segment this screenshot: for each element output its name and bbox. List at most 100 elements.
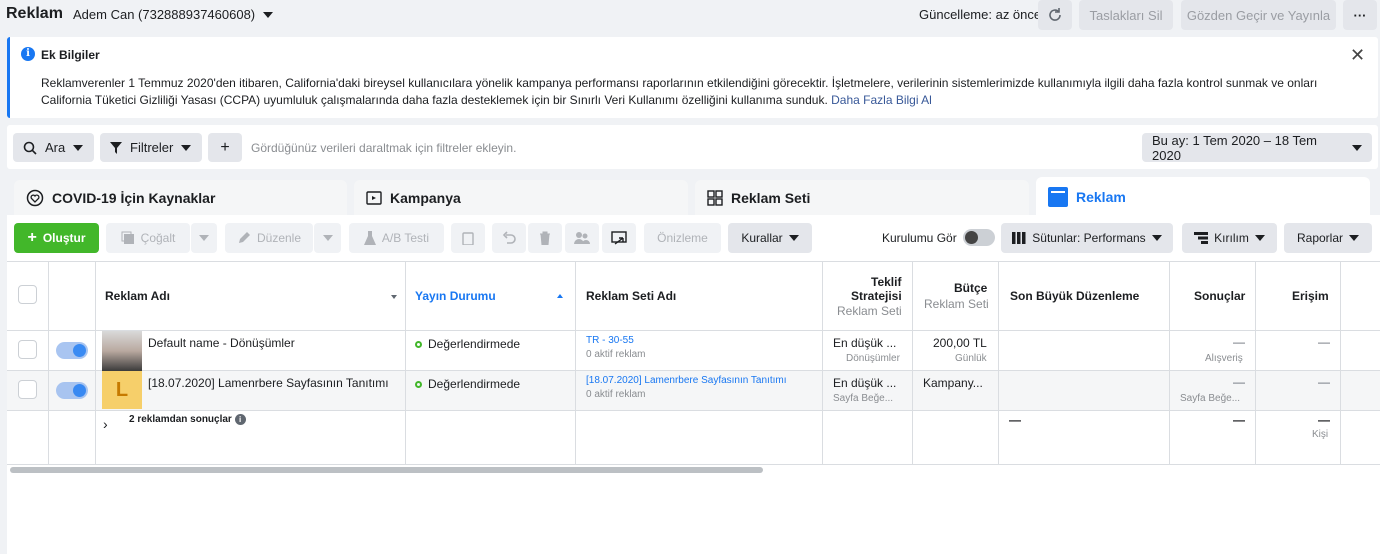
filters-button[interactable]: Filtreler bbox=[100, 133, 202, 162]
audience-button[interactable] bbox=[565, 223, 599, 253]
sort-up-icon bbox=[557, 294, 563, 298]
more-button[interactable]: ··· bbox=[1343, 0, 1377, 30]
create-button[interactable]: + Oluştur bbox=[14, 223, 99, 253]
header-adset-name[interactable]: Reklam Seti Adı bbox=[586, 289, 676, 303]
header-budget[interactable]: Bütçe bbox=[954, 281, 987, 295]
clipboard-button[interactable] bbox=[451, 223, 485, 253]
review-publish-button[interactable]: Gözden Geçir ve Yayınla bbox=[1181, 0, 1336, 30]
banner-text: Reklamverenler 1 Temmuz 2020'den itibare… bbox=[41, 75, 1341, 109]
ad-thumbnail: L bbox=[102, 371, 142, 409]
columns-icon bbox=[1012, 232, 1026, 244]
search-icon bbox=[23, 141, 37, 155]
reports-button[interactable]: Raporlar bbox=[1284, 223, 1372, 253]
export-icon bbox=[611, 231, 627, 245]
header-bid-strategy-line2: Stratejisi bbox=[851, 289, 902, 303]
columns-button[interactable]: Sütunlar: Performans bbox=[1001, 223, 1173, 253]
banner-title: Ek Bilgiler bbox=[41, 48, 100, 62]
bid-strategy: En düşük ... bbox=[833, 376, 897, 390]
delete-drafts-button[interactable]: Taslakları Sil bbox=[1079, 0, 1173, 30]
tab-ad[interactable]: Reklam bbox=[1036, 177, 1370, 217]
undo-button[interactable] bbox=[492, 223, 526, 253]
chevron-down-icon bbox=[199, 235, 209, 241]
row-checkbox[interactable] bbox=[18, 380, 37, 399]
heart-icon bbox=[26, 189, 44, 207]
duplicate-dropdown[interactable] bbox=[191, 223, 217, 253]
ab-test-button[interactable]: A/B Testi bbox=[349, 223, 444, 253]
campaign-icon bbox=[366, 191, 382, 205]
grid-icon bbox=[707, 190, 723, 206]
column-divider bbox=[405, 261, 406, 465]
column-divider bbox=[95, 261, 96, 465]
search-button[interactable]: Ara bbox=[13, 133, 94, 162]
learn-more-link[interactable]: Daha Fazla Bilgi Al bbox=[831, 93, 932, 107]
close-icon[interactable]: ✕ bbox=[1350, 45, 1365, 66]
chevron-right-icon[interactable]: › bbox=[103, 416, 108, 432]
export-button[interactable] bbox=[602, 223, 636, 253]
ad-name[interactable]: [18.07.2020] Lamenrbere Sayfasının Tanıt… bbox=[148, 376, 389, 390]
ad-toggle[interactable] bbox=[56, 382, 88, 399]
view-setup-label: Kurulumu Gör bbox=[882, 231, 957, 245]
header-ad-name[interactable]: Reklam Adı bbox=[105, 289, 170, 303]
header-results[interactable]: Sonuçlar bbox=[1194, 289, 1245, 303]
rules-label: Kurallar bbox=[741, 231, 783, 245]
summary-last-edit: — bbox=[1009, 413, 1021, 427]
row-divider bbox=[7, 464, 1380, 465]
row-divider bbox=[7, 410, 1380, 411]
adset-sub: 0 aktif reklam bbox=[586, 349, 646, 360]
rules-button[interactable]: Kurallar bbox=[728, 223, 812, 253]
date-range-picker[interactable]: Bu ay: 1 Tem 2020 – 18 Tem 2020 bbox=[1142, 132, 1372, 163]
refresh-button[interactable] bbox=[1038, 0, 1072, 30]
horizontal-scrollbar[interactable] bbox=[10, 467, 763, 473]
bid-strategy-sub: Sayfa Beğe... bbox=[833, 393, 894, 404]
column-divider bbox=[822, 261, 823, 465]
results-value: — bbox=[1233, 375, 1245, 389]
column-divider bbox=[912, 261, 913, 465]
reports-label: Raporlar bbox=[1296, 231, 1344, 245]
duplicate-label: Çoğalt bbox=[140, 231, 176, 245]
chevron-down-icon bbox=[788, 235, 799, 241]
status-dot-icon bbox=[415, 381, 422, 389]
delivery-status: Değerlendirmede bbox=[415, 337, 520, 351]
column-divider bbox=[575, 261, 576, 465]
adset-link[interactable]: TR - 30-55 bbox=[586, 335, 634, 346]
tab-adset[interactable]: Reklam Seti bbox=[695, 180, 1029, 216]
breakdown-icon bbox=[1194, 232, 1209, 244]
top-bar: Reklam Adem Can (732888937460608) Güncel… bbox=[0, 0, 1380, 30]
update-status: Güncelleme: az önce bbox=[919, 7, 1042, 22]
sort-down-icon bbox=[391, 295, 397, 299]
date-range-label: Bu ay: 1 Tem 2020 – 18 Tem 2020 bbox=[1152, 132, 1318, 163]
preview-button[interactable]: Önizleme bbox=[644, 223, 721, 253]
undo-icon bbox=[502, 231, 516, 244]
select-all-checkbox[interactable] bbox=[18, 285, 37, 304]
ad-toggle[interactable] bbox=[56, 342, 88, 359]
create-label: Oluştur bbox=[42, 231, 86, 245]
delete-button[interactable] bbox=[528, 223, 562, 253]
add-filter-button[interactable]: + bbox=[208, 133, 242, 162]
ad-name[interactable]: Default name - Dönüşümler bbox=[148, 336, 295, 350]
edit-dropdown[interactable] bbox=[314, 223, 341, 253]
row-divider bbox=[7, 261, 1380, 262]
view-setup-toggle[interactable] bbox=[963, 229, 995, 246]
duplicate-button[interactable]: Çoğalt bbox=[106, 223, 190, 253]
breakdown-button[interactable]: Kırılım bbox=[1182, 223, 1277, 253]
info-icon: i bbox=[21, 47, 35, 61]
tab-covid-resources[interactable]: COVID-19 İçin Kaynaklar bbox=[14, 180, 347, 216]
edit-button[interactable]: Düzenle bbox=[225, 223, 313, 253]
account-selector[interactable]: Adem Can (732888937460608) bbox=[73, 7, 274, 22]
status-dot-icon bbox=[415, 341, 422, 349]
adset-sub: 0 aktif reklam bbox=[586, 389, 646, 400]
header-delivery[interactable]: Yayın Durumu bbox=[415, 289, 496, 303]
filter-bar: Ara Filtreler + Gördüğünüz verileri dara… bbox=[7, 125, 1378, 169]
ad-thumbnail bbox=[102, 331, 142, 371]
tab-campaign[interactable]: Kampanya bbox=[354, 180, 688, 216]
header-budget-sub: Reklam Seti bbox=[924, 297, 989, 311]
header-reach[interactable]: Erişim bbox=[1292, 289, 1329, 303]
adset-link[interactable]: [18.07.2020] Lamenrbere Sayfasının Tanıt… bbox=[586, 375, 787, 386]
chevron-down-icon bbox=[1151, 235, 1162, 241]
header-last-edit[interactable]: Son Büyük Düzenleme bbox=[1010, 289, 1139, 303]
budget-value: Kampany... bbox=[923, 376, 983, 390]
delivery-label: Değerlendirmede bbox=[428, 377, 521, 391]
search-label: Ara bbox=[45, 140, 66, 155]
header-bid-strategy[interactable]: Teklif bbox=[871, 275, 901, 289]
row-checkbox[interactable] bbox=[18, 340, 37, 359]
